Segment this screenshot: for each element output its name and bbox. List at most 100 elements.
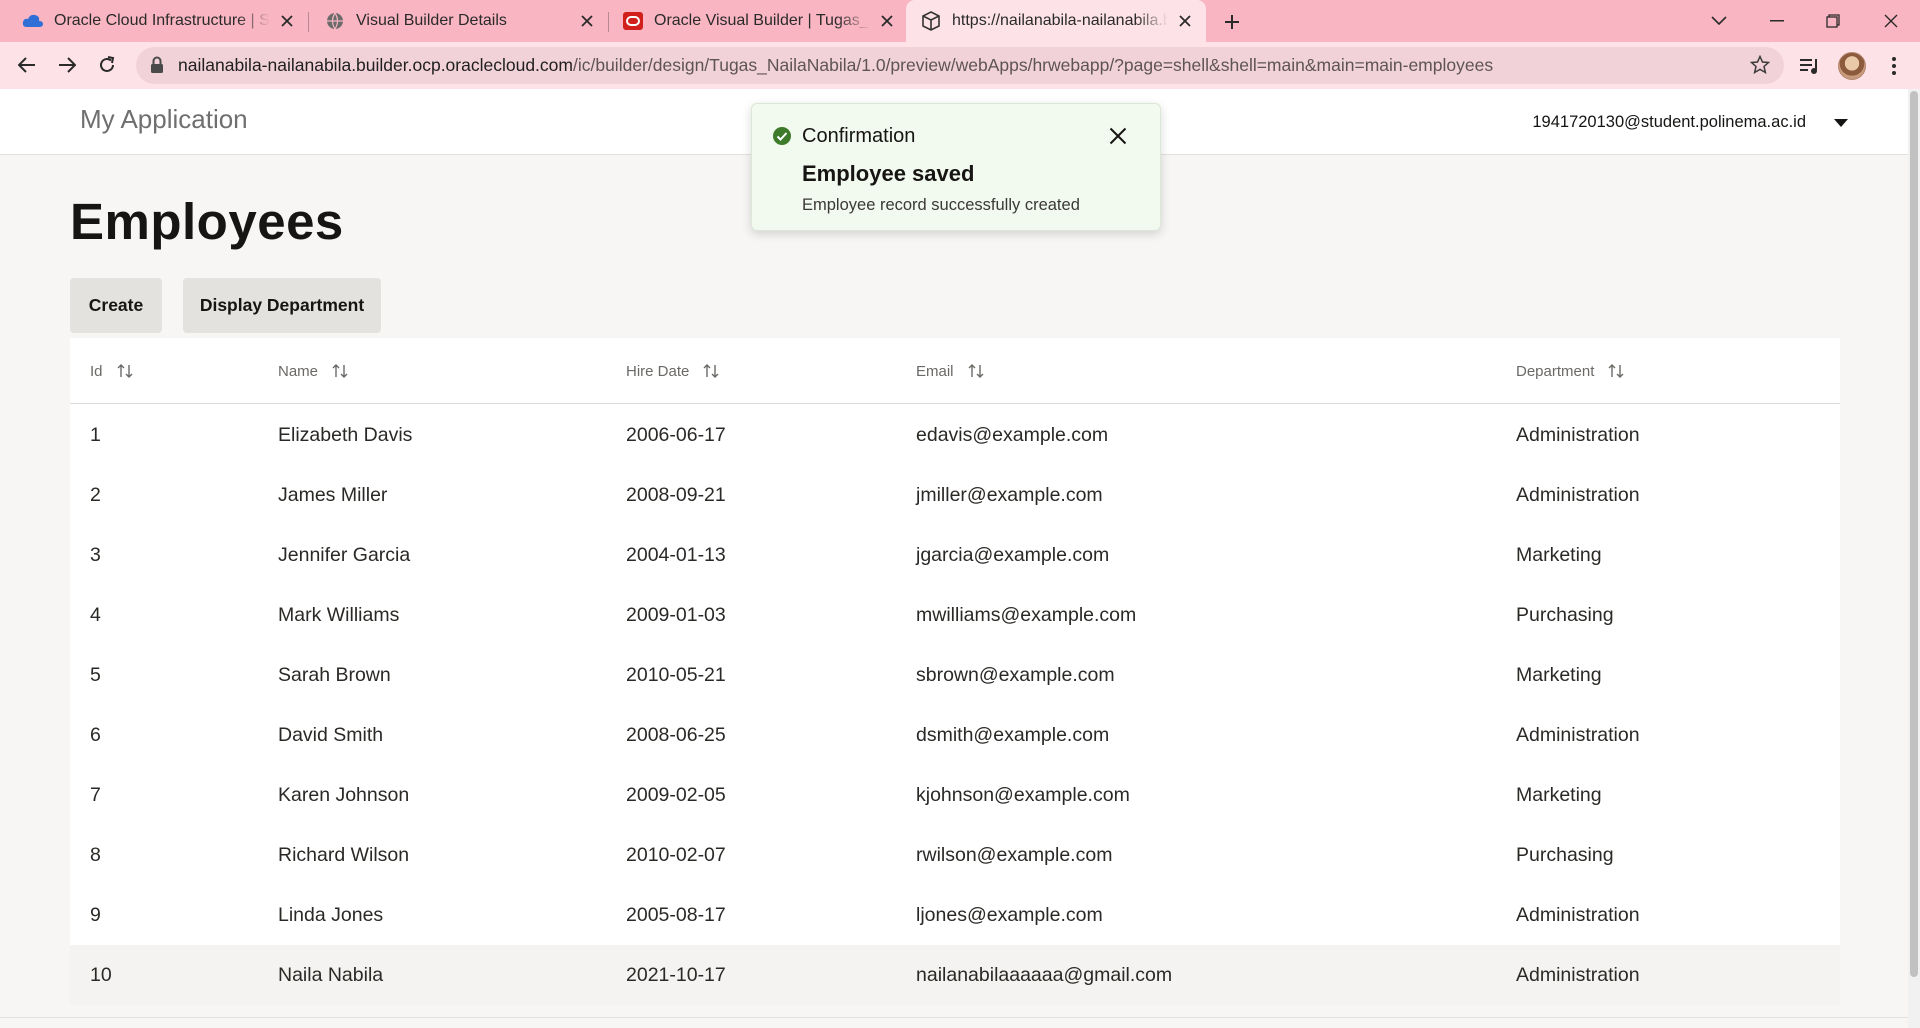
cell-department: Administration xyxy=(1516,964,1640,986)
sort-icon[interactable] xyxy=(968,363,984,379)
cell-hire-date: 2021-10-17 xyxy=(626,964,726,986)
cell-name: Karen Johnson xyxy=(278,784,410,806)
close-toast-icon[interactable] xyxy=(1103,121,1133,151)
url-text[interactable]: nailanabila-nailanabila.builder.ocp.orac… xyxy=(178,47,1493,84)
cell-hire-date: 2010-02-07 xyxy=(626,844,726,866)
cell-id: 10 xyxy=(90,964,112,986)
scrollbar-thumb[interactable] xyxy=(1910,91,1918,977)
column-header-name[interactable]: Name xyxy=(278,338,348,404)
sort-icon[interactable] xyxy=(1608,363,1624,379)
close-tab-icon[interactable] xyxy=(876,10,898,32)
bookmark-star-icon[interactable] xyxy=(1749,54,1771,80)
cell-department: Administration xyxy=(1516,424,1640,446)
close-window-icon[interactable] xyxy=(1864,0,1918,42)
page-scrollbar[interactable] xyxy=(1908,89,1920,1028)
cell-email: kjohnson@example.com xyxy=(916,784,1130,806)
column-header-label: Id xyxy=(90,362,103,380)
browser-tab-oracle-cloud[interactable]: Oracle Cloud Infrastructure | Sign In xyxy=(22,0,298,42)
minimize-window-icon[interactable] xyxy=(1750,0,1804,42)
column-header-label: Hire Date xyxy=(626,362,690,380)
cell-hire-date: 2005-08-17 xyxy=(626,904,726,926)
cell-id: 7 xyxy=(90,784,101,806)
employees-table: Id Name Hire Date Email Department 1 Eli… xyxy=(70,338,1840,1005)
cell-id: 4 xyxy=(90,604,101,626)
tab-separator xyxy=(308,12,309,32)
tab-search-chevron-icon[interactable] xyxy=(1692,0,1746,42)
cell-name: Naila Nabila xyxy=(278,964,384,986)
create-button[interactable]: Create xyxy=(70,278,162,333)
table-row[interactable]: 5 Sarah Brown 2010-05-21 sbrown@example.… xyxy=(70,645,1840,705)
table-row[interactable]: 7 Karen Johnson 2009-02-05 kjohnson@exam… xyxy=(70,765,1840,825)
profile-avatar[interactable] xyxy=(1838,52,1866,80)
column-header-department[interactable]: Department xyxy=(1516,338,1624,404)
table-row[interactable]: 6 David Smith 2008-06-25 dsmith@example.… xyxy=(70,705,1840,765)
media-playlist-icon[interactable] xyxy=(1796,52,1824,80)
cell-name: Sarah Brown xyxy=(278,664,391,686)
cell-name: Richard Wilson xyxy=(278,844,410,866)
url-host: nailanabila-nailanabila.builder.ocp.orac… xyxy=(178,55,573,75)
browser-tab-active-preview[interactable]: https://nailanabila-nailanabila.builder.… xyxy=(906,0,1206,42)
toast-detail: Employee record successfully created xyxy=(802,196,1080,214)
toast-summary: Employee saved xyxy=(802,161,975,186)
cell-name: Jennifer Garcia xyxy=(278,544,411,566)
column-header-email[interactable]: Email xyxy=(916,338,984,404)
confirmation-toast: Confirmation Employee saved Employee rec… xyxy=(751,103,1161,231)
table-row[interactable]: 2 James Miller 2008-09-21 jmiller@exampl… xyxy=(70,465,1840,525)
table-row-highlighted[interactable]: 10 Naila Nabila 2021-10-17 nailanabilaaa… xyxy=(70,945,1840,1005)
forward-arrow-icon[interactable] xyxy=(50,48,84,82)
tab-title: Visual Builder Details xyxy=(356,12,507,29)
address-bar[interactable]: nailanabila-nailanabila.builder.ocp.orac… xyxy=(136,47,1784,84)
check-circle-icon xyxy=(772,126,792,151)
browser-tab-oracle-visual-builder[interactable]: Oracle Visual Builder | Tugas_NailaNabil… xyxy=(622,0,898,42)
table-row[interactable]: 1 Elizabeth Davis 2006-06-17 edavis@exam… xyxy=(70,405,1840,465)
tab-separator xyxy=(608,12,609,32)
lock-icon[interactable] xyxy=(150,56,164,79)
tab-title: https://nailanabila-nailanabila.builder.… xyxy=(952,12,1168,29)
cell-name: David Smith xyxy=(278,724,384,746)
browser-toolbar: nailanabila-nailanabila.builder.ocp.orac… xyxy=(0,42,1920,89)
new-tab-plus-icon[interactable] xyxy=(1218,8,1246,36)
cloud-icon xyxy=(22,10,44,32)
column-header-hire-date[interactable]: Hire Date xyxy=(626,338,719,404)
cell-department: Marketing xyxy=(1516,544,1602,566)
cell-department: Administration xyxy=(1516,724,1640,746)
cell-id: 1 xyxy=(90,424,101,446)
close-tab-icon[interactable] xyxy=(1174,10,1196,32)
cell-email: edavis@example.com xyxy=(916,424,1109,446)
cell-email: mwilliams@example.com xyxy=(916,604,1137,626)
close-tab-icon[interactable] xyxy=(576,10,598,32)
browser-tab-strip: Oracle Cloud Infrastructure | Sign In Vi… xyxy=(0,0,1920,42)
column-header-id[interactable]: Id xyxy=(90,338,133,404)
table-row[interactable]: 8 Richard Wilson 2010-02-07 rwilson@exam… xyxy=(70,825,1840,885)
cell-email: jgarcia@example.com xyxy=(916,544,1110,566)
table-header: Id Name Hire Date Email Department xyxy=(70,338,1840,404)
toast-header: Confirmation xyxy=(802,125,916,147)
browser-menu-icon[interactable] xyxy=(1880,52,1908,80)
cell-email: nailanabilaaaaaa@gmail.com xyxy=(916,964,1173,986)
oracle-icon xyxy=(622,10,644,32)
caret-down-icon[interactable] xyxy=(1834,118,1848,127)
sort-icon[interactable] xyxy=(117,363,133,379)
restore-window-icon[interactable] xyxy=(1806,0,1860,42)
table-row[interactable]: 9 Linda Jones 2005-08-17 ljones@example.… xyxy=(70,885,1840,945)
back-arrow-icon[interactable] xyxy=(10,48,44,82)
close-tab-icon[interactable] xyxy=(276,10,298,32)
cell-hire-date: 2006-06-17 xyxy=(626,424,726,446)
sort-icon[interactable] xyxy=(703,363,719,379)
cell-email: ljones@example.com xyxy=(916,904,1103,926)
table-row[interactable]: 4 Mark Williams 2009-01-03 mwilliams@exa… xyxy=(70,585,1840,645)
sort-icon[interactable] xyxy=(332,363,348,379)
browser-tab-visual-builder-details[interactable]: Visual Builder Details xyxy=(324,0,598,42)
table-row[interactable]: 3 Jennifer Garcia 2004-01-13 jgarcia@exa… xyxy=(70,525,1840,585)
globe-icon xyxy=(324,10,346,32)
cell-id: 9 xyxy=(90,904,101,926)
cell-id: 2 xyxy=(90,484,101,506)
display-department-button[interactable]: Display Department xyxy=(183,278,381,333)
url-path: /ic/builder/design/Tugas_NailaNabila/1.0… xyxy=(572,55,1494,75)
cell-hire-date: 2009-01-03 xyxy=(626,604,726,626)
cell-email: sbrown@example.com xyxy=(916,664,1115,686)
reload-icon[interactable] xyxy=(90,48,124,82)
cell-email: rwilson@example.com xyxy=(916,844,1113,866)
cell-id: 3 xyxy=(90,544,101,566)
user-menu[interactable]: 1941720130@student.polinema.ac.id xyxy=(1532,113,1848,132)
